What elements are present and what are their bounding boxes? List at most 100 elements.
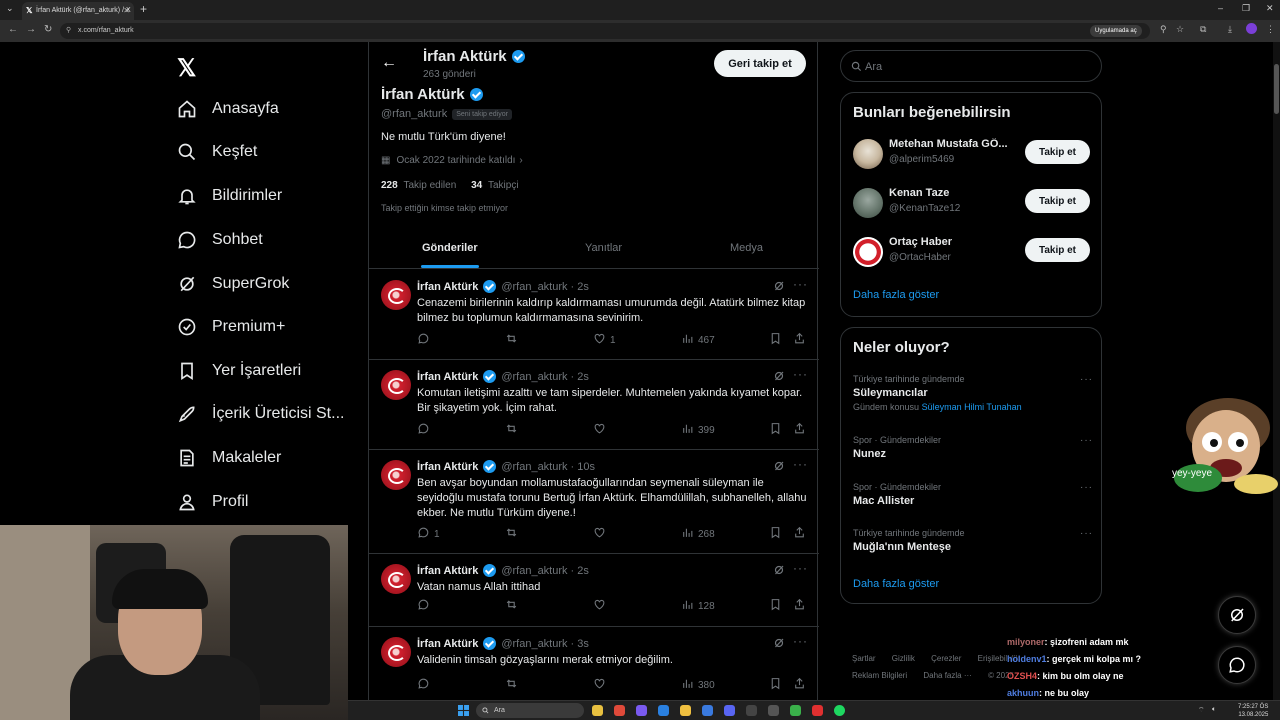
bookmark-star-icon[interactable]: ☆ [1176, 24, 1184, 35]
trend-item[interactable]: Spor · Gündemdekiler Mac Allister ··· [853, 482, 1093, 507]
trend-sub-link[interactable]: Süleyman Hilmi Tunahan [922, 402, 1022, 412]
footer-link[interactable]: Reklam Bilgileri [852, 671, 907, 680]
page-scrollbar[interactable] [1273, 42, 1280, 700]
new-tab-icon[interactable]: + [140, 2, 147, 16]
zoom-icon[interactable]: ⚲ [1160, 24, 1167, 35]
nav-item-profile[interactable]: Profil [176, 482, 248, 522]
tab-replies[interactable]: Yanıtlar [585, 242, 622, 254]
more-options-icon[interactable]: ··· [793, 457, 808, 471]
share-button[interactable] [793, 526, 810, 542]
follow-button[interactable]: Takip et [1025, 189, 1090, 213]
nav-item-articles[interactable]: Makaleler [176, 438, 281, 478]
tweet-author-handle[interactable]: @rfan_akturk [501, 371, 567, 383]
bookmark-button[interactable] [769, 677, 786, 693]
reload-icon[interactable]: ↻ [44, 24, 52, 35]
follow-back-button[interactable]: Geri takip et [714, 50, 806, 77]
views-button[interactable]: 467 [681, 332, 715, 348]
file-explorer-icon[interactable] [680, 705, 691, 716]
close-tab-icon[interactable]: ✕ [123, 6, 130, 15]
footer-link[interactable]: Gizlilik [892, 654, 915, 663]
grok-icon[interactable] [773, 564, 785, 576]
tweet[interactable]: İrfan Aktürk @rfan_akturk · 10s ··· Ben avşa… [369, 450, 819, 554]
tweet-author-handle[interactable]: @rfan_akturk [501, 565, 567, 577]
views-button[interactable]: 399 [681, 422, 715, 438]
trend-item[interactable]: Spor · Gündemdekiler Nunez ··· [853, 435, 1093, 460]
views-button[interactable]: 268 [681, 526, 715, 542]
extensions-icon[interactable]: ⧉ [1200, 24, 1206, 35]
share-button[interactable] [793, 332, 810, 348]
profile-avatar-icon[interactable] [1246, 23, 1257, 34]
tweet-time[interactable]: · 2s [571, 565, 589, 577]
messages-fab-button[interactable] [1218, 646, 1256, 684]
maximize-icon[interactable]: ❐ [1242, 3, 1250, 14]
more-options-icon[interactable]: ··· [1080, 528, 1093, 539]
taskbar-app-icon[interactable] [768, 705, 779, 716]
footer-link[interactable]: Şartlar [852, 654, 876, 663]
spotify-icon[interactable] [834, 705, 845, 716]
retweet-button[interactable] [505, 332, 522, 348]
suggestion-item[interactable]: Metehan Mustafa GÖ... @alperim5469 Takip… [853, 137, 1093, 173]
tweet-author-name[interactable]: İrfan Aktürk [417, 461, 478, 473]
tab-posts[interactable]: Gönderiler [422, 242, 478, 254]
follow-button[interactable]: Takip et [1025, 238, 1090, 262]
tweet-author-handle[interactable]: @rfan_akturk [501, 638, 567, 650]
nav-item-chat[interactable]: Sohbet [176, 220, 263, 260]
more-options-icon[interactable]: ··· [793, 277, 808, 291]
tab-media[interactable]: Medya [730, 242, 763, 254]
more-options-icon[interactable]: ··· [1080, 482, 1093, 493]
url-input[interactable]: ⚲ x.com/rfan_akturk Uygulamada aç [60, 23, 1150, 39]
browser-menu-icon[interactable]: ⋮ [1266, 24, 1275, 35]
download-icon[interactable]: ⤓ [1228, 24, 1232, 35]
back-icon[interactable]: ← [8, 24, 18, 35]
trend-item[interactable]: Türkiye tarihinde gündemde Süleymancılar… [853, 374, 1093, 412]
taskbar-app-icon[interactable] [702, 705, 713, 716]
reply-button[interactable] [417, 332, 434, 348]
trend-item[interactable]: Türkiye tarihinde gündemde Muğla'nın Men… [853, 528, 1093, 553]
taskbar-app-icon[interactable] [592, 705, 603, 716]
grok-icon[interactable] [773, 370, 785, 382]
suggestion-item[interactable]: Ortaç Haber @OrtacHaber Takip et [853, 235, 1093, 271]
x-logo-icon[interactable]: 𝕏 [177, 54, 196, 83]
tweet[interactable]: İrfan Aktürk @rfan_akturk · 2s ··· Cenazemi … [369, 270, 819, 360]
like-button[interactable]: 1 [593, 332, 616, 348]
following-count[interactable]: 228 [381, 180, 398, 191]
more-options-icon[interactable]: ··· [793, 367, 808, 381]
bookmark-button[interactable] [769, 526, 786, 542]
nav-item-creator-studio[interactable]: İçerik Üreticisi St... [176, 394, 344, 434]
nav-item-premium[interactable]: Premium+ [176, 307, 285, 347]
followers-label[interactable]: Takipçi [488, 180, 519, 191]
avatar[interactable] [381, 637, 411, 667]
minimize-icon[interactable]: – [1218, 3, 1223, 13]
taskbar-clock[interactable]: 7:25:27 ÖS 13.08.2025 [1238, 703, 1268, 719]
tweet-author-name[interactable]: İrfan Aktürk [417, 638, 478, 650]
show-more-link[interactable]: Daha fazla göster [853, 578, 939, 590]
taskbar-search-input[interactable]: Ara [476, 703, 584, 718]
browser-tab[interactable]: 𝕏 İrfan Aktürk (@rfan_akturk) / X ✕ [22, 2, 134, 20]
chrome-icon[interactable] [614, 705, 625, 716]
nav-item-supergrok[interactable]: SuperGrok [176, 264, 289, 304]
nav-item-bookmarks[interactable]: Yer İşaretleri [176, 351, 301, 391]
site-info-icon[interactable]: ⚲ [66, 26, 71, 34]
grok-icon[interactable] [773, 637, 785, 649]
retweet-button[interactable] [505, 598, 522, 614]
tweet-time[interactable]: · 3s [571, 638, 589, 650]
retweet-button[interactable] [505, 422, 522, 438]
network-icon[interactable]: ⌔ [1198, 706, 1205, 715]
tweet-author-handle[interactable]: @rfan_akturk [501, 461, 567, 473]
more-options-icon[interactable]: ··· [793, 634, 808, 648]
windows-start-icon[interactable] [458, 705, 469, 716]
avatar[interactable] [381, 564, 411, 594]
reply-button[interactable]: 1 [417, 526, 440, 542]
discord-icon[interactable] [724, 705, 735, 716]
like-button[interactable] [593, 598, 610, 614]
tweet-time[interactable]: · 10s [571, 461, 595, 473]
views-button[interactable]: 128 [681, 598, 715, 614]
nav-item-explore[interactable]: Keşfet [176, 132, 257, 172]
more-options-icon[interactable]: ··· [1080, 435, 1093, 446]
retweet-button[interactable] [505, 526, 522, 542]
views-button[interactable]: 380 [681, 677, 715, 693]
bookmark-button[interactable] [769, 422, 786, 438]
tweet-author-name[interactable]: İrfan Aktürk [417, 565, 478, 577]
more-options-icon[interactable]: ··· [793, 561, 808, 575]
avatar[interactable] [381, 370, 411, 400]
